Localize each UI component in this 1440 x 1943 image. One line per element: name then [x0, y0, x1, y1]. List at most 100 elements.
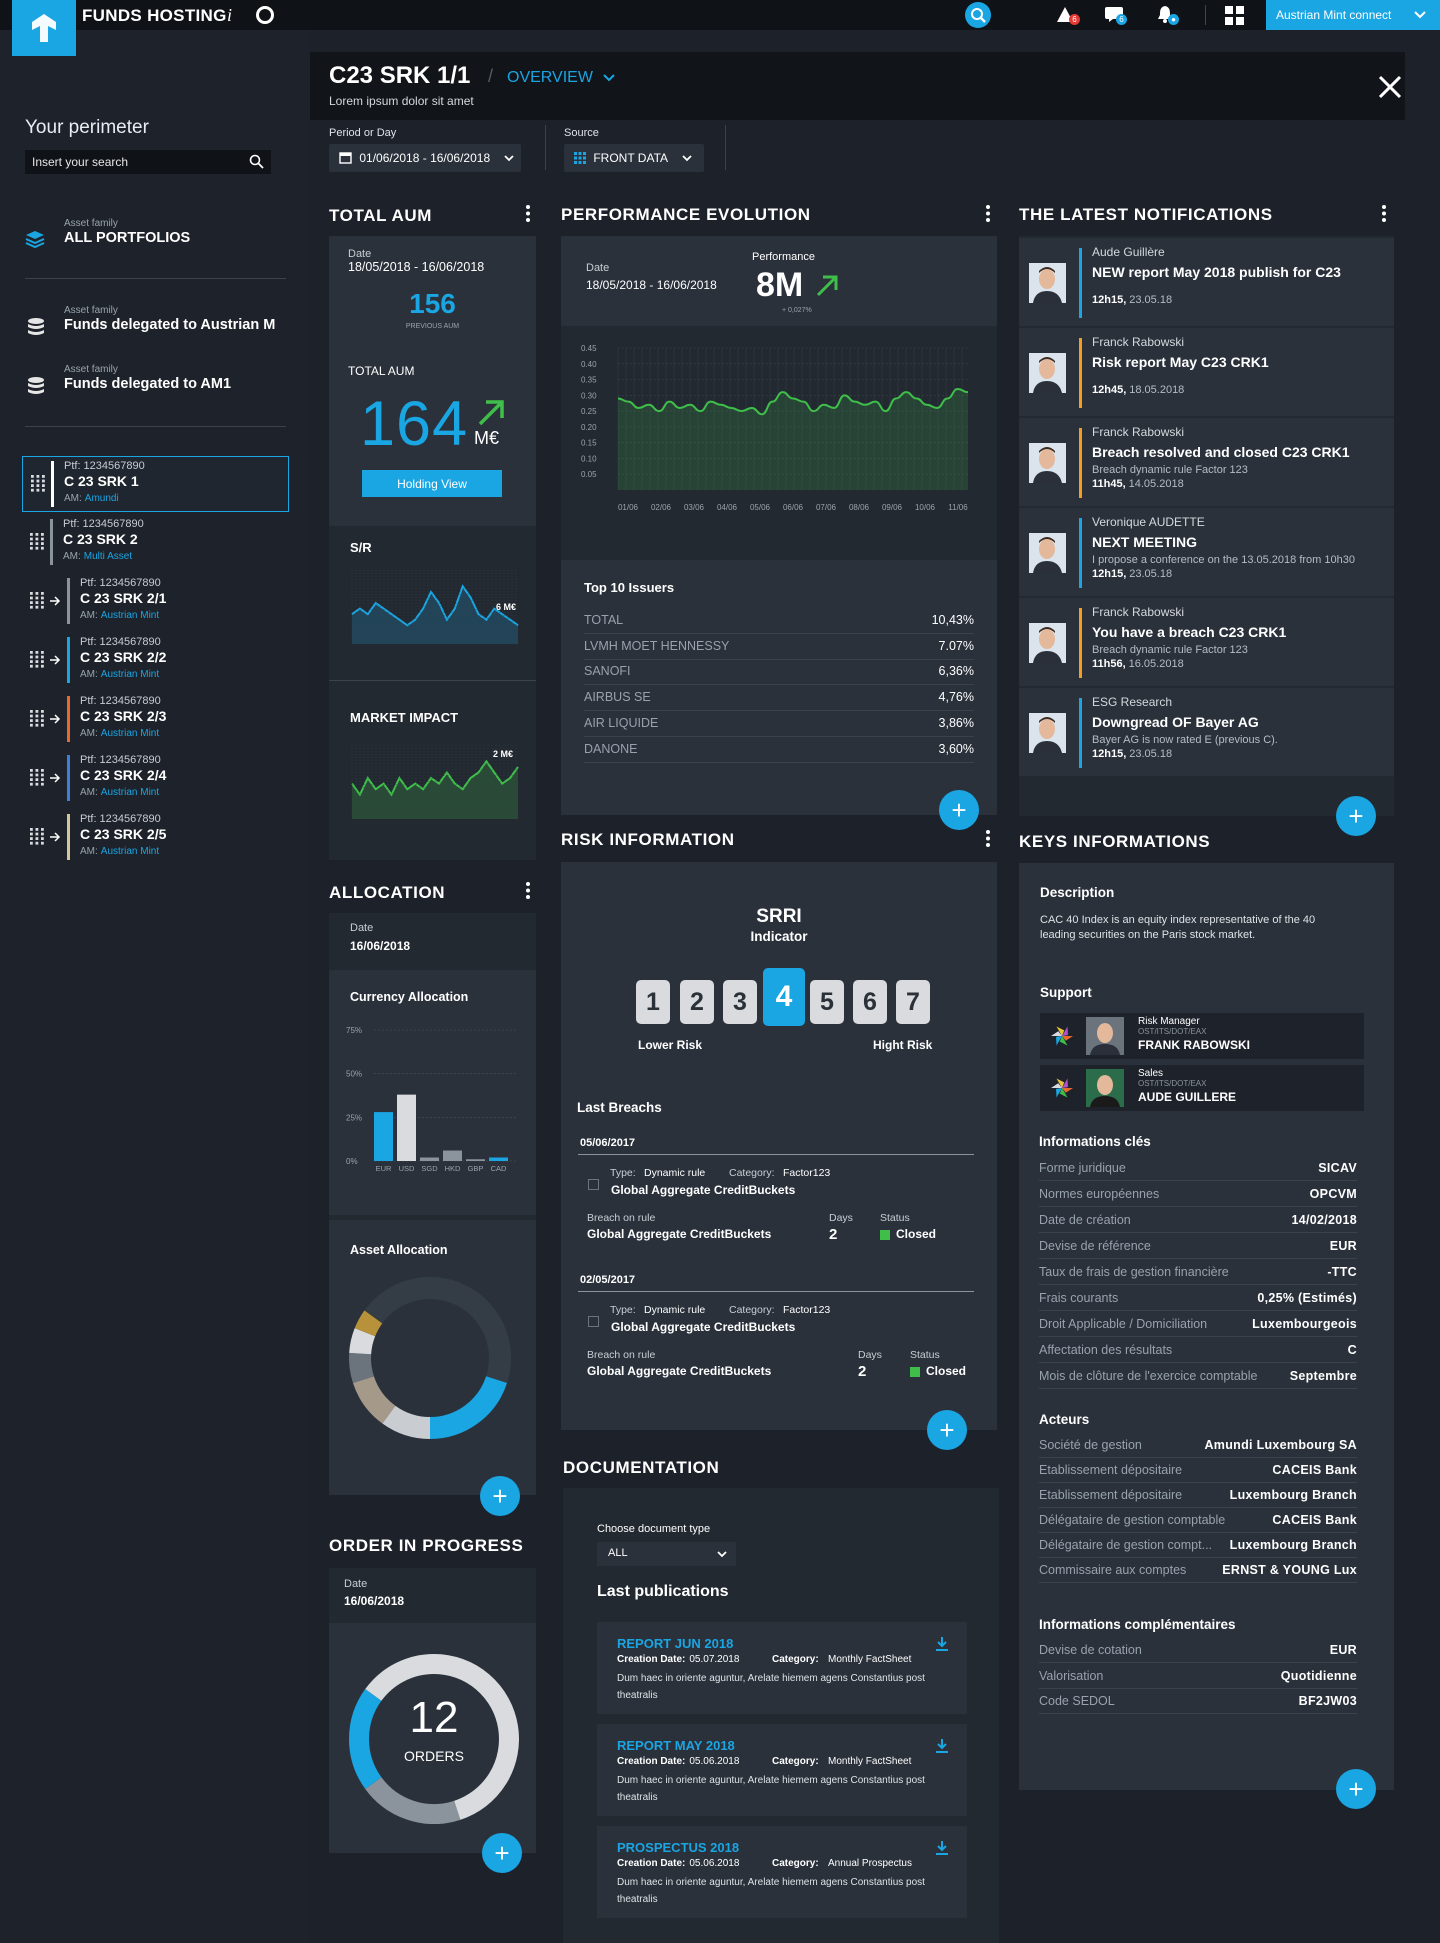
- notification-item[interactable]: Franck Rabowski Risk report May C23 CRK1 1…: [1019, 328, 1394, 416]
- y-tick-label: 0.15: [581, 439, 597, 448]
- add-button[interactable]: +: [1336, 796, 1376, 836]
- portfolio-item[interactable]: Ptf: 1234567890 C 23 SRK 2/5 AM: Austrian M…: [22, 810, 289, 866]
- notification-item[interactable]: Franck Rabowski Breach resolved and close…: [1019, 418, 1394, 506]
- x-tick-label: 05/06: [750, 503, 771, 512]
- notification-time: 12h15,: [1092, 568, 1127, 580]
- support-dept: OST/ITS/DOT/EAX: [1138, 1027, 1207, 1036]
- notification-item[interactable]: Franck Rabowski You have a breach C23 CRK…: [1019, 598, 1394, 686]
- family-value: Funds delegated to AM1: [64, 376, 232, 392]
- notification-color-bar: [1079, 698, 1082, 768]
- account-dropdown[interactable]: Austrian Mint connect: [1266, 0, 1440, 30]
- row-key: Mois de clôture de l'exercice comptable: [1039, 1369, 1258, 1383]
- doc-type-select[interactable]: ALL: [597, 1542, 736, 1566]
- kebab-menu-icon[interactable]: [526, 205, 530, 222]
- add-button[interactable]: +: [1336, 1769, 1376, 1809]
- x-tick-label: CAD: [491, 1164, 507, 1173]
- srri-level-6: 6: [853, 980, 887, 1024]
- x-tick-label: 02/06: [651, 503, 672, 512]
- drag-handle-icon[interactable]: [30, 828, 44, 845]
- family-austrian-m[interactable]: Asset family Funds delegated to Austrian…: [25, 305, 285, 339]
- chevron-down-icon: [504, 155, 514, 162]
- portfolio-item[interactable]: Ptf: 1234567890 C 23 SRK 1 AM: Amundi: [22, 456, 289, 512]
- close-icon[interactable]: [1375, 72, 1405, 102]
- family-label: Asset family: [64, 305, 118, 316]
- family-all-portfolios[interactable]: Asset family ALL PORTFOLIOS: [25, 218, 285, 252]
- avatar: [1029, 623, 1066, 663]
- avatar: [1029, 443, 1066, 483]
- x-tick-label: HKD: [445, 1164, 461, 1173]
- portfolio-ptf: Ptf: 1234567890: [80, 577, 161, 589]
- bar-USD: [397, 1094, 416, 1161]
- kebab-menu-icon[interactable]: [986, 205, 990, 222]
- drag-handle-icon[interactable]: [31, 475, 45, 492]
- am-label: AM:: [63, 551, 81, 562]
- notification-author: Aude Guillère: [1092, 245, 1165, 259]
- portfolio-item[interactable]: Ptf: 1234567890 C 23 SRK 2/3 AM: Austrian M…: [22, 692, 289, 748]
- notification-subtitle: Bayer AG is now rated E (previous C).: [1092, 734, 1278, 746]
- drag-handle-icon[interactable]: [30, 651, 44, 668]
- add-button[interactable]: +: [939, 790, 979, 830]
- notification-time: 12h45,: [1092, 384, 1127, 396]
- portfolio-item[interactable]: Ptf: 1234567890 C 23 SRK 2/2 AM: Austrian M…: [22, 633, 289, 689]
- search-icon[interactable]: [965, 2, 991, 33]
- donut-slice: [365, 1776, 461, 1824]
- info-row: Droit Applicable / Domiciliation Luxembou…: [1039, 1313, 1357, 1337]
- trend-up-icon: [816, 275, 838, 297]
- helm-icon[interactable]: [256, 6, 274, 24]
- notification-item[interactable]: Veronique AUDETTE NEXT MEETING I propose a…: [1019, 508, 1394, 596]
- drag-handle-icon[interactable]: [30, 710, 44, 727]
- notification-date: 11h45, 14.05.2018: [1092, 478, 1184, 490]
- drag-handle-icon[interactable]: [30, 533, 44, 550]
- drag-handle-icon[interactable]: [30, 592, 44, 609]
- kebab-menu-icon[interactable]: [1382, 205, 1386, 222]
- notification-day: 23.05.18: [1129, 748, 1173, 760]
- view-selector[interactable]: OVERVIEW: [507, 69, 616, 87]
- row-key: Valorisation: [1039, 1668, 1104, 1683]
- notification-time: 11h56,: [1092, 658, 1126, 670]
- apps-grid-icon[interactable]: [1225, 6, 1244, 30]
- add-button[interactable]: +: [927, 1410, 967, 1450]
- document-item[interactable]: REPORT MAY 2018 Creation Date: 05.06.2018 C…: [597, 1724, 967, 1816]
- orders-label: ORDERS: [404, 1748, 464, 1764]
- breach-date: 02/05/2017: [580, 1274, 636, 1286]
- donut-slice: [354, 1310, 383, 1337]
- add-button[interactable]: +: [480, 1476, 520, 1516]
- period-selector[interactable]: 01/06/2018 - 16/06/2018: [329, 144, 521, 172]
- portfolio-item[interactable]: Ptf: 1234567890 C 23 SRK 2/1 AM: Austrian M…: [22, 574, 289, 630]
- row-key: Devise de cotation: [1039, 1643, 1142, 1657]
- row-key: Normes européennes: [1039, 1187, 1160, 1201]
- support-contact[interactable]: Risk Manager OST/ITS/DOT/EAX FRANK RABOWSK…: [1040, 1013, 1364, 1059]
- notification-item[interactable]: ESG Research Downgread OF Bayer AG Bayer A…: [1019, 688, 1394, 776]
- y-tick-label: 0.25: [581, 407, 597, 416]
- view-label: OVERVIEW: [507, 69, 593, 86]
- kebab-menu-icon[interactable]: [526, 882, 530, 899]
- breach-category: Factor123: [783, 1167, 831, 1179]
- source-selector[interactable]: FRONT DATA: [564, 144, 704, 172]
- info-icon[interactable]: i: [227, 5, 232, 26]
- holding-view-button[interactable]: Holding View: [362, 470, 502, 497]
- breach-date: 05/06/2017: [580, 1137, 636, 1149]
- sidebar-search-input[interactable]: Insert your search: [25, 150, 271, 174]
- x-tick-label: 04/06: [717, 503, 738, 512]
- document-meta: Creation Date: 05.06.2018 Category: Annual …: [617, 1858, 912, 1869]
- portfolio-item[interactable]: Ptf: 1234567890 C 23 SRK 2/4 AM: Austrian M…: [22, 751, 289, 807]
- download-icon[interactable]: [935, 1636, 949, 1652]
- notification-item[interactable]: Aude Guillère NEW report May 2018 publish…: [1019, 238, 1394, 326]
- drag-handle-icon[interactable]: [30, 769, 44, 786]
- document-item[interactable]: PROSPECTUS 2018 Creation Date: 05.06.2018 C…: [597, 1826, 967, 1918]
- portfolio-ptf: Ptf: 1234567890: [80, 636, 161, 648]
- x-tick-label: 07/06: [816, 503, 837, 512]
- info-row: Affectation des résultats C: [1039, 1339, 1357, 1363]
- portfolio-color-bar: [67, 755, 70, 801]
- download-icon[interactable]: [935, 1840, 949, 1856]
- download-icon[interactable]: [935, 1738, 949, 1754]
- portfolio-item[interactable]: Ptf: 1234567890 C 23 SRK 2 AM: Multi Asset: [22, 515, 289, 571]
- source-label: Source: [564, 127, 599, 139]
- family-am1[interactable]: Asset family Funds delegated to AM1: [25, 364, 285, 398]
- kebab-menu-icon[interactable]: [986, 830, 990, 847]
- support-contact[interactable]: Sales OST/ITS/DOT/EAX AUDE GUILLERE: [1040, 1065, 1364, 1111]
- status-value: Closed: [896, 1227, 937, 1241]
- document-item[interactable]: REPORT JUN 2018 Creation Date: 05.07.2018 C…: [597, 1622, 967, 1714]
- add-button[interactable]: +: [482, 1833, 522, 1873]
- app-logo[interactable]: [12, 0, 76, 56]
